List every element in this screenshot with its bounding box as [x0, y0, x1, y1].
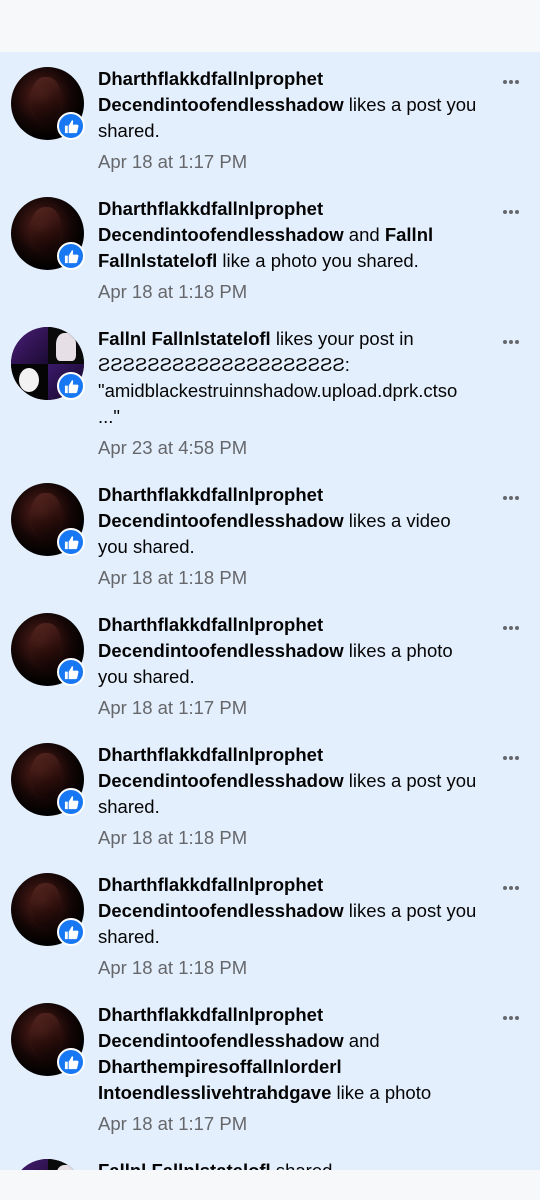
actor-name[interactable]: Dharthflakkdfallnlprophet Decendintoofen… [98, 68, 344, 115]
more-options-icon[interactable] [498, 621, 524, 635]
notification-text: Dharthflakkdfallnlprophet Decendintoofen… [98, 196, 483, 274]
more-options-icon[interactable] [498, 1011, 524, 1025]
more-options-icon[interactable] [498, 491, 524, 505]
action-text: like a photo you shared. [217, 250, 419, 271]
notification-text: Fallnl Fallnlstatelofl shared [98, 1158, 483, 1170]
action-text: like a photo [331, 1082, 432, 1103]
like-icon [57, 918, 85, 946]
more-options-icon[interactable] [498, 205, 524, 219]
more-options-icon[interactable] [498, 335, 524, 349]
notification-text: Dharthflakkdfallnlprophet Decendintoofen… [98, 742, 483, 820]
like-icon [57, 372, 85, 400]
actor-name[interactable]: Dharthflakkdfallnlprophet Decendintoofen… [98, 1004, 344, 1051]
more-options-icon[interactable] [498, 751, 524, 765]
top-bar [0, 0, 540, 52]
like-icon [57, 788, 85, 816]
timestamp: Apr 18 at 1:17 PM [98, 151, 248, 172]
notification-text: Dharthflakkdfallnlprophet Decendintoofen… [98, 612, 483, 690]
actor-name[interactable]: Fallnl Fallnlstatelofl [98, 1160, 271, 1170]
notification-text: Dharthflakkdfallnlprophet Decendintoofen… [98, 872, 483, 950]
timestamp: Apr 23 at 4:58 PM [98, 437, 248, 458]
action-text: shared [271, 1160, 333, 1170]
like-icon [57, 112, 85, 140]
like-icon [57, 242, 85, 270]
avatar[interactable] [11, 1159, 84, 1170]
more-options-icon[interactable] [498, 75, 524, 89]
connector: and [343, 224, 385, 245]
actor-name[interactable]: Dharthflakkdfallnlprophet Decendintoofen… [98, 198, 344, 245]
actor-name[interactable]: Dharthempiresoffallnlorderl Intoendlessl… [98, 1056, 342, 1103]
timestamp: Apr 18 at 1:18 PM [98, 281, 248, 302]
more-options-icon[interactable] [498, 881, 524, 895]
notification-text: Fallnl Fallnlstatelofl likes your post i… [98, 326, 458, 430]
actor-name[interactable]: Dharthflakkdfallnlprophet Decendintoofen… [98, 614, 344, 661]
actor-name[interactable]: Fallnl Fallnlstatelofl [98, 328, 271, 349]
like-icon [57, 528, 85, 556]
timestamp: Apr 18 at 1:18 PM [98, 827, 248, 848]
timestamp: Apr 18 at 1:17 PM [98, 697, 248, 718]
timestamp: Apr 18 at 1:17 PM [98, 1113, 248, 1134]
connector: and [343, 1030, 380, 1051]
timestamp: Apr 18 at 1:18 PM [98, 957, 248, 978]
notification-text: Dharthflakkdfallnlprophet Decendintoofen… [98, 1002, 483, 1106]
actor-name[interactable]: Dharthflakkdfallnlprophet Decendintoofen… [98, 484, 344, 531]
like-icon [57, 658, 85, 686]
actor-name[interactable]: Dharthflakkdfallnlprophet Decendintoofen… [98, 744, 344, 791]
like-icon [57, 1048, 85, 1076]
notification-text: Dharthflakkdfallnlprophet Decendintoofen… [98, 66, 483, 144]
timestamp: Apr 18 at 1:18 PM [98, 567, 248, 588]
notification-text: Dharthflakkdfallnlprophet Decendintoofen… [98, 482, 483, 560]
actor-name[interactable]: Dharthflakkdfallnlprophet Decendintoofen… [98, 874, 344, 921]
notifications-list: Dharthflakkdfallnlprophet Decendintoofen… [0, 52, 540, 1170]
bottom-bar [0, 1170, 540, 1200]
